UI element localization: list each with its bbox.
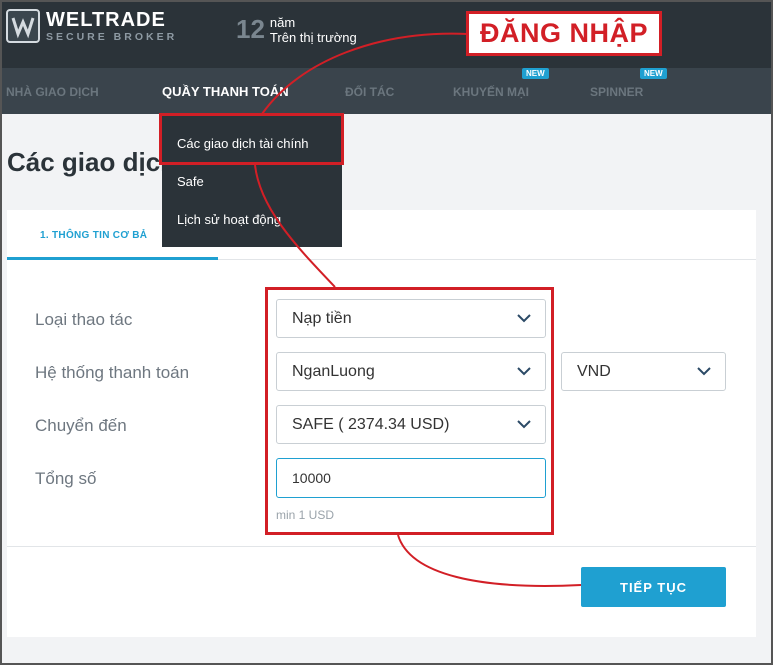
login-button[interactable]: ĐĂNG NHẬP	[466, 11, 662, 56]
nav-item-partners[interactable]: ĐỐI TÁC	[345, 85, 394, 99]
weltrade-logo[interactable]: WELTRADE SECURE BROKER	[6, 9, 177, 43]
currency-value: VND	[577, 362, 611, 380]
chevron-down-icon	[697, 367, 711, 376]
annotation-highlight-menu	[159, 113, 344, 165]
logo-name: WELTRADE	[46, 9, 166, 31]
currency-select[interactable]: VND	[561, 352, 726, 391]
tab-basic-info[interactable]: 1. THÔNG TIN CƠ BẢ	[40, 230, 147, 241]
new-badge: NEW	[522, 68, 549, 79]
total-amount-label: Tổng số	[35, 469, 97, 488]
payment-system-label: Hệ thống thanh toán	[35, 363, 190, 382]
top-header: WELTRADE SECURE BROKER 12 năm Trên thị t…	[0, 0, 773, 68]
operation-type-label: Loại thao tác	[35, 310, 133, 329]
page-title: Các giao dịch	[7, 147, 177, 177]
nav-item-spinner[interactable]: SPINNER	[590, 85, 643, 99]
tab-active-indicator	[7, 257, 218, 260]
years-on-market: 12 năm Trên thị trường	[236, 14, 357, 45]
nav-item-payments[interactable]: QUẦY THANH TOÁN	[162, 84, 289, 99]
steps-tab-bar: 1. THÔNG TIN CƠ BẢ	[7, 210, 756, 260]
years-caption: Trên thị trường	[269, 29, 357, 45]
logo-mark-icon	[6, 9, 40, 43]
years-number: 12	[236, 14, 265, 44]
menu-item-safe[interactable]: Safe	[177, 174, 204, 189]
form-divider	[7, 546, 756, 547]
years-unit: năm	[269, 14, 296, 30]
annotation-highlight-form	[265, 287, 554, 535]
main-nav: NHÀ GIAO DỊCH QUẦY THANH TOÁN ĐỐI TÁC KH…	[0, 68, 773, 114]
menu-item-activity-history[interactable]: Lịch sử hoạt động	[177, 212, 281, 227]
nav-item-promotions[interactable]: KHUYẾN MẠI	[453, 85, 529, 99]
continue-button[interactable]: TIẾP TỤC	[581, 567, 726, 607]
nav-item-traders[interactable]: NHÀ GIAO DỊCH	[6, 85, 99, 99]
new-badge: NEW	[640, 68, 667, 79]
transfer-to-label: Chuyển đến	[35, 416, 127, 435]
logo-subtitle: SECURE BROKER	[46, 31, 178, 43]
